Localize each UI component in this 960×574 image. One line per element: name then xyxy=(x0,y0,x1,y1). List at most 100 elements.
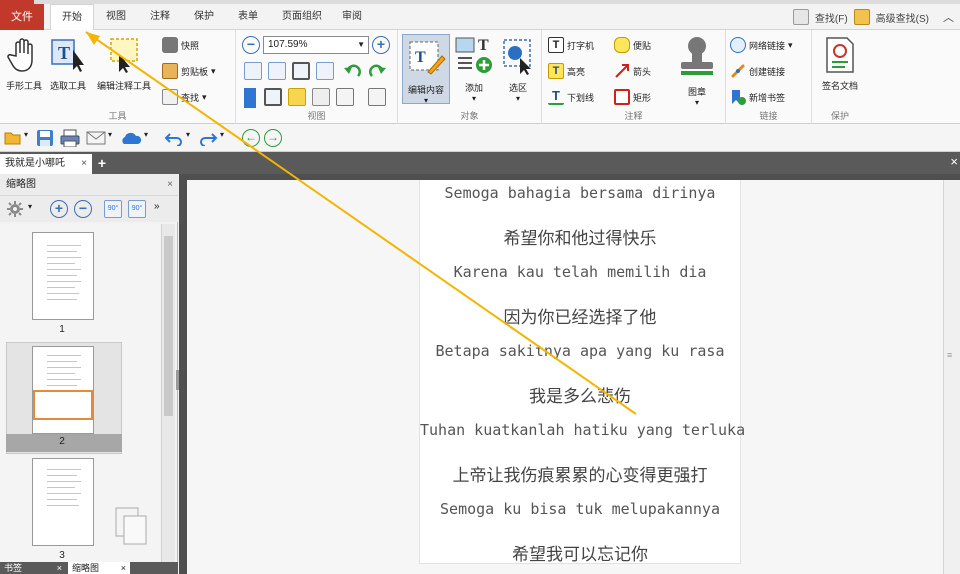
close-tab-icon[interactable]: × xyxy=(57,562,62,574)
find-icon[interactable] xyxy=(792,9,809,25)
page-text-line[interactable]: 因为你已经选择了他 xyxy=(420,303,740,328)
select-area-button[interactable]: 选区 ▾ xyxy=(496,34,540,103)
tab-form[interactable]: 表单 xyxy=(230,4,266,30)
collapse-ribbon-icon[interactable]: ︿ xyxy=(943,9,954,25)
chevron-down-icon[interactable]: ▾ xyxy=(220,130,224,139)
chevron-down-icon[interactable]: ▾ xyxy=(24,130,28,139)
close-tab-icon[interactable]: × xyxy=(81,154,87,174)
visible-area-indicator[interactable] xyxy=(33,390,93,420)
page-text-line[interactable]: 希望你和他过得快乐 xyxy=(420,224,740,249)
clipboard-button[interactable]: 剪贴板 ▾ xyxy=(162,62,216,80)
tab-protect[interactable]: 保护 xyxy=(186,4,222,30)
cloud-upload-icon[interactable] xyxy=(120,130,142,146)
fit-width-icon[interactable] xyxy=(292,62,310,80)
find-tool-button[interactable]: 查找 ▾ xyxy=(162,88,207,106)
page-text-line[interactable]: 希望我可以忘记你 xyxy=(420,540,740,565)
tab-comment[interactable]: 注释 xyxy=(142,4,178,30)
highlight-button[interactable]: T 高亮 xyxy=(548,62,585,80)
rectangle-button[interactable]: 矩形 xyxy=(614,88,651,106)
tab-review[interactable]: 审阅 xyxy=(336,4,368,30)
zoom-level-input[interactable]: 107.59% ▼ xyxy=(263,36,369,54)
open-folder-icon[interactable] xyxy=(4,130,22,146)
gear-icon[interactable] xyxy=(6,200,24,218)
redo-icon[interactable] xyxy=(198,130,218,146)
bookmarks-tab[interactable]: 书签 × xyxy=(0,562,66,574)
document-scrollbar[interactable]: ≡ xyxy=(943,180,960,574)
actual-size-icon[interactable] xyxy=(244,62,262,80)
thumbnail-scroll-thumb[interactable] xyxy=(164,236,173,416)
previous-view-icon[interactable]: ← xyxy=(242,129,260,147)
fit-visible-icon[interactable] xyxy=(316,62,334,80)
chevron-down-icon[interactable]: ▾ xyxy=(186,130,190,139)
print-icon[interactable] xyxy=(60,129,80,147)
edit-annot-tool-button[interactable]: 编辑注释工具 xyxy=(92,36,156,92)
attachment-icon[interactable] xyxy=(312,88,330,106)
stamp-button[interactable]: 图章 ▾ xyxy=(672,34,722,107)
hand-tool-button[interactable]: 手形工具 xyxy=(2,36,46,92)
edit-content-button[interactable]: T 编辑内容 ▾ xyxy=(402,34,450,105)
chevron-down-icon: ▾ xyxy=(515,94,520,103)
page-text-line[interactable]: Tuhan kuatkanlah hatiku yang terluka xyxy=(420,421,745,439)
save-icon[interactable] xyxy=(36,129,54,147)
bookmark-icon[interactable] xyxy=(244,88,256,108)
page-text-line[interactable]: Betapa sakitnya apa yang ku rasa xyxy=(420,342,740,360)
pdf-page[interactable]: Semoga bahagia bersama dirinya 希望你和他过得快乐 K… xyxy=(419,180,745,565)
rotate-right-icon[interactable] xyxy=(366,62,388,82)
more-options-icon[interactable]: » xyxy=(154,201,160,212)
chevron-down-icon[interactable]: ▼ xyxy=(357,37,365,53)
rotate-left-icon[interactable] xyxy=(342,62,364,82)
page-text-line[interactable]: Semoga bahagia bersama dirinya xyxy=(420,184,740,202)
chevron-down-icon[interactable]: ▾ xyxy=(108,130,112,139)
close-tab-icon[interactable]: × xyxy=(121,562,126,574)
add-button[interactable]: T 添加 ▾ xyxy=(452,34,496,103)
layers-icon[interactable] xyxy=(336,88,354,106)
typewriter-button[interactable]: T 打字机 xyxy=(548,36,594,54)
new-tab-button[interactable]: + xyxy=(95,155,109,171)
comment-list-icon[interactable] xyxy=(288,88,306,106)
underline-button[interactable]: T 下划线 xyxy=(548,88,594,106)
web-link-button[interactable]: 网络链接 ▾ xyxy=(730,36,793,54)
page-text-line[interactable]: Semoga ku bisa tuk melupakannya xyxy=(420,500,740,518)
zoom-in-icon[interactable]: + xyxy=(372,36,390,54)
add-bookmark-button[interactable]: 新增书签 xyxy=(730,88,785,106)
next-view-icon[interactable]: → xyxy=(264,129,282,147)
page-text-line[interactable]: 我是多么悲伤 xyxy=(420,382,740,407)
close-panel-icon[interactable]: × xyxy=(167,174,173,196)
arrow-button[interactable]: 箭头 xyxy=(614,62,651,80)
select-text-button[interactable]: T 选取工具 xyxy=(46,36,90,92)
scroll-grip-icon: ≡ xyxy=(947,350,953,360)
fit-page-icon[interactable] xyxy=(268,62,286,80)
page-thumbnail-3[interactable] xyxy=(32,458,94,546)
page-thumbnail-1[interactable] xyxy=(32,232,94,320)
thumbnail-scrollbar[interactable] xyxy=(161,224,175,564)
document-tab[interactable]: 我就是小哪吒 × xyxy=(0,154,92,174)
rotate-page-right-icon[interactable]: 90° xyxy=(128,200,146,218)
advanced-find-button[interactable]: 高级查找(S) xyxy=(876,10,929,25)
note-button[interactable]: 便贴 xyxy=(614,36,651,54)
zoom-out-icon[interactable]: − xyxy=(242,36,260,54)
tab-view[interactable]: 视图 xyxy=(98,4,134,30)
email-icon[interactable] xyxy=(86,130,106,146)
page-text-line[interactable]: Karena kau telah memilih dia xyxy=(420,263,740,281)
create-link-button[interactable]: 创建链接 xyxy=(730,62,785,80)
thumbnails-tab[interactable]: 缩略图 × xyxy=(68,562,130,574)
undo-icon[interactable] xyxy=(164,130,184,146)
rotate-page-left-icon[interactable]: 90° xyxy=(104,200,122,218)
shrink-thumbnail-icon[interactable]: − xyxy=(74,200,92,218)
tab-page-organize[interactable]: 页面组织 xyxy=(274,4,330,30)
sign-document-button[interactable]: 签名文档 xyxy=(816,36,864,92)
snapshot-button[interactable]: 快照 xyxy=(162,36,199,54)
enlarge-thumbnail-icon[interactable]: + xyxy=(50,200,68,218)
page-thumbnail-icon[interactable] xyxy=(264,88,282,106)
tab-home[interactable]: 开始 xyxy=(50,4,94,31)
page-text-line[interactable]: 上帝让我伤痕累累的心变得更强打 xyxy=(420,461,740,486)
chevron-down-icon[interactable]: ▾ xyxy=(28,202,32,211)
find-button[interactable]: 查找(F) xyxy=(815,10,848,25)
chevron-down-icon[interactable]: ▾ xyxy=(144,130,148,139)
close-document-icon[interactable]: × xyxy=(950,154,958,169)
add-object-icon: T xyxy=(455,37,492,73)
menu-file[interactable]: 文件 xyxy=(0,4,44,30)
folder-search-icon[interactable] xyxy=(853,9,870,25)
quick-access-toolbar: ▾ ▾ ▾ ▾ ▾ ← → xyxy=(0,124,960,152)
page-settings-icon[interactable] xyxy=(368,88,386,106)
